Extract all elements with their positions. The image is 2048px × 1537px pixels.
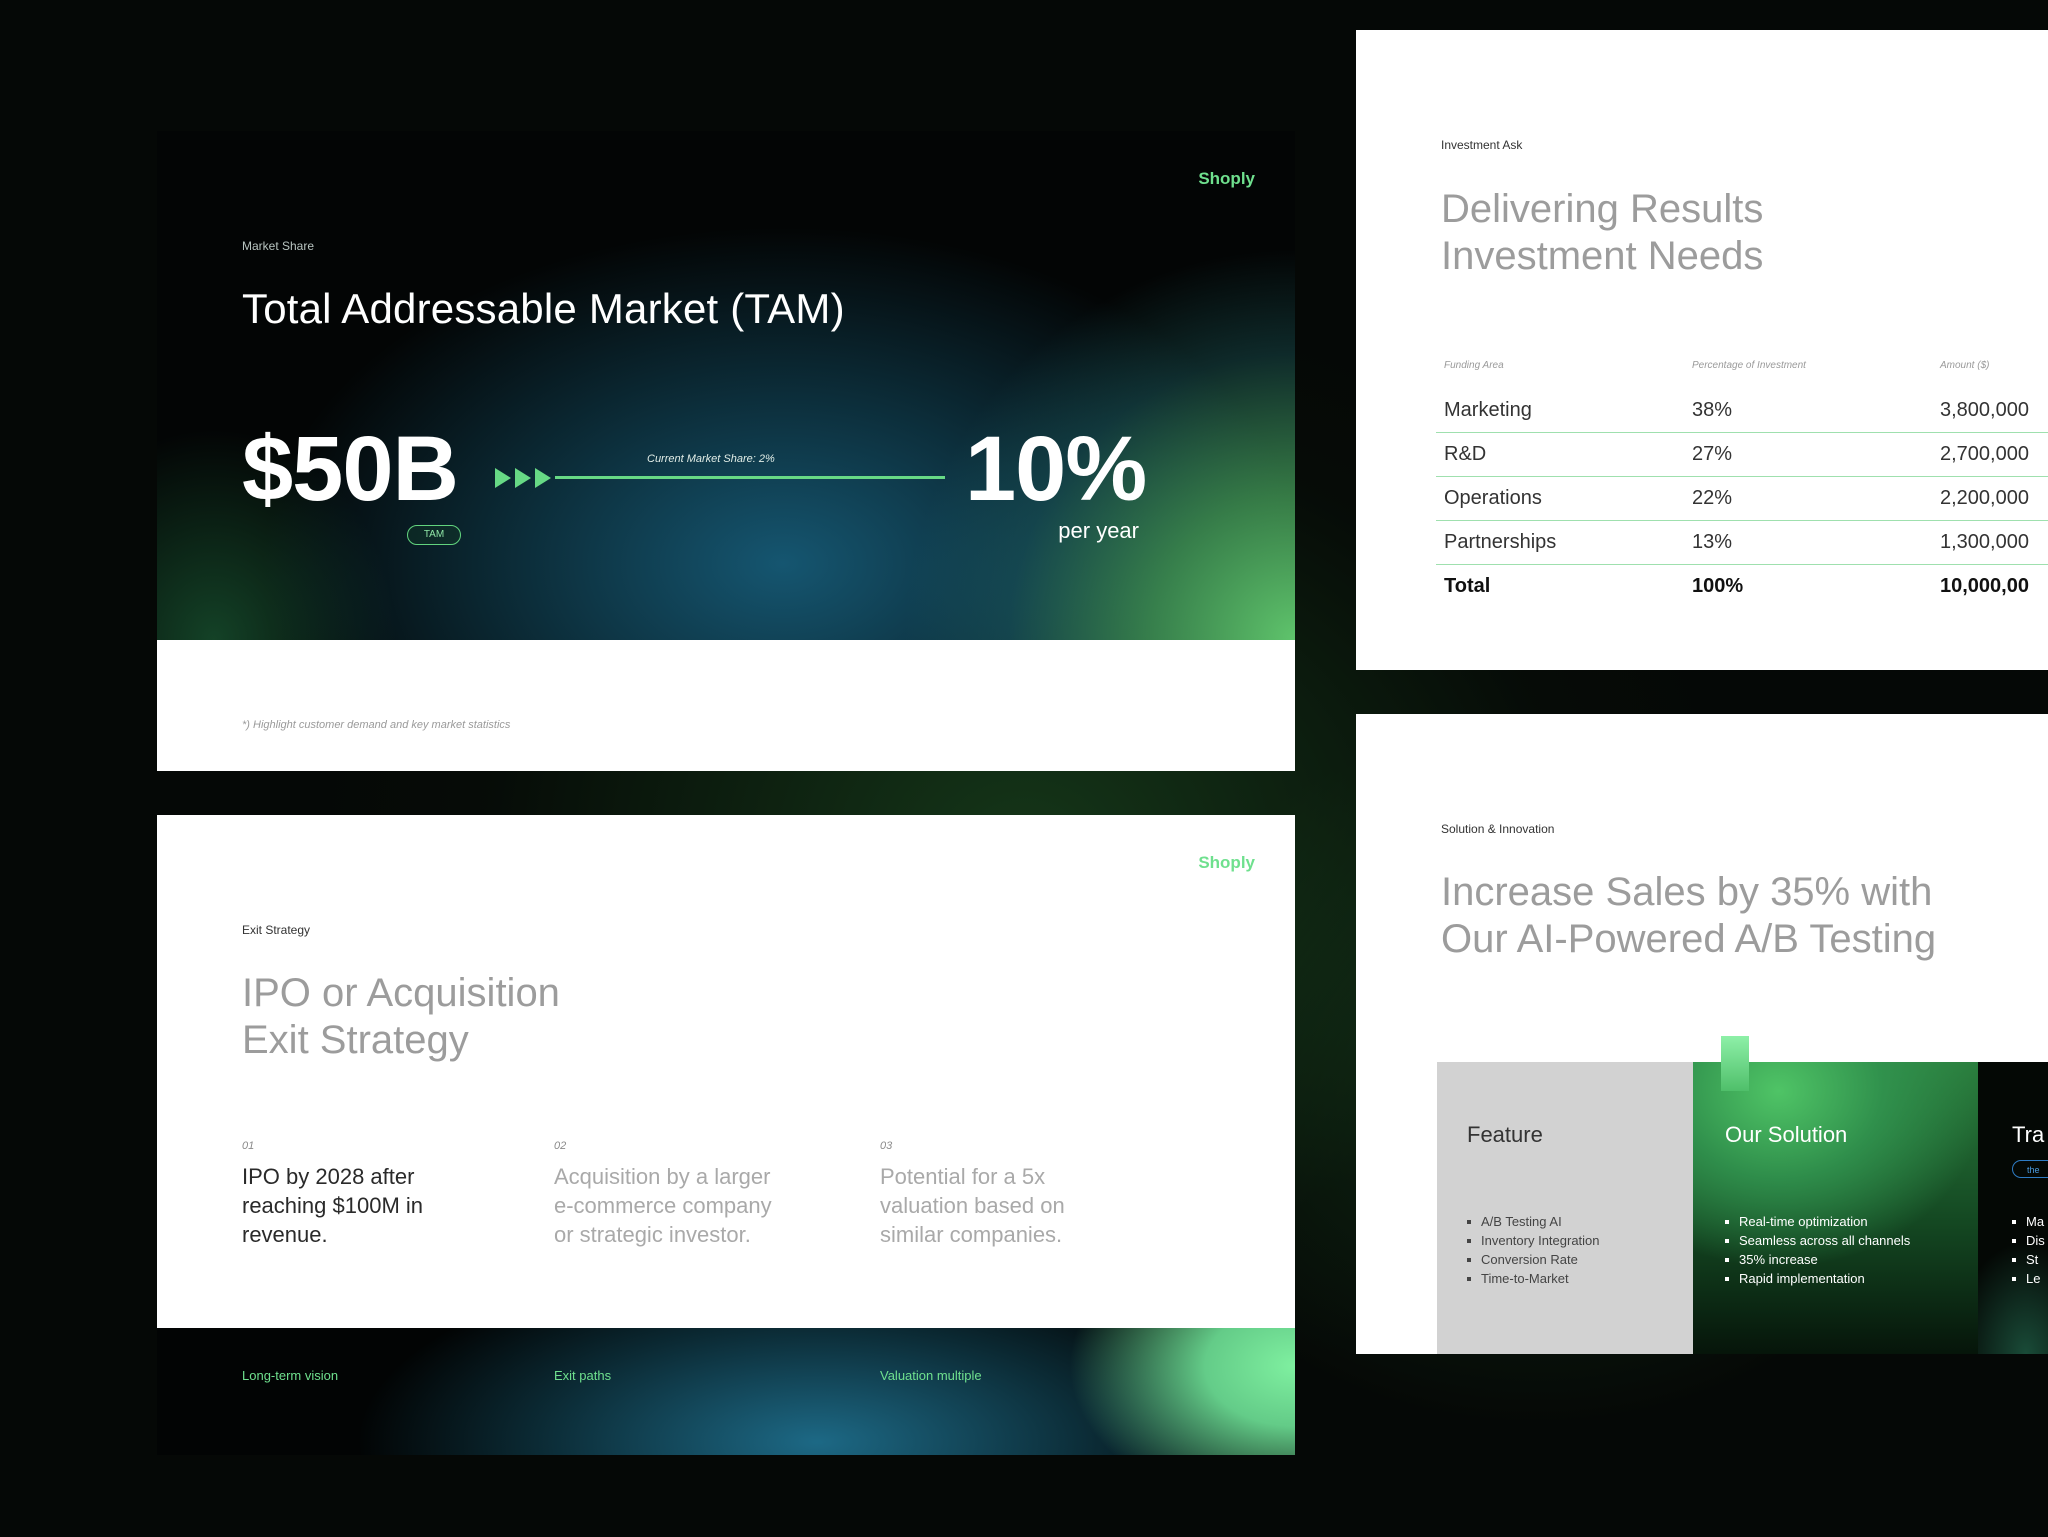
table-cell: 10,000,00 <box>1940 575 2029 597</box>
slide-title: Total Addressable Market (TAM) <box>242 285 845 332</box>
column-text: IPO by 2028 after reaching $100M in reve… <box>242 1164 424 1247</box>
exit-column: 01 IPO by 2028 after reaching $100M in r… <box>242 1140 472 1249</box>
table-cell: Total <box>1444 575 1491 597</box>
slide-exit-strategy[interactable]: Shoply Exit Strategy IPO or Acquisition … <box>157 815 1295 1455</box>
growth-unit: per year <box>1058 518 1139 543</box>
column-header: Funding Area <box>1444 360 1504 371</box>
table-cell: 100% <box>1692 575 1744 597</box>
list-item: 35% increase <box>1725 1250 1910 1269</box>
title-line-2: Exit Strategy <box>242 1018 469 1062</box>
slide-title: IPO or Acquisition Exit Strategy <box>242 970 742 1064</box>
panel-traditional: Tra the Ma Dis St Le <box>1978 1062 2048 1354</box>
column-header: Amount ($) <box>1940 360 1990 371</box>
panel-list: Ma Dis St Le <box>2012 1212 2045 1288</box>
list-item: Inventory Integration <box>1467 1231 1600 1250</box>
column-header: Percentage of Investment <box>1692 360 1806 371</box>
slide-market-share[interactable]: Shoply Market Share Total Addressable Ma… <box>157 131 1295 771</box>
panel-heading: Tra <box>2012 1122 2045 1147</box>
column-text: Potential for a 5x valuation based on si… <box>880 1164 1065 1247</box>
table-header-row: Funding Area Percentage of Investment Am… <box>1436 360 2048 389</box>
table-cell: 2,700,000 <box>1932 432 2048 477</box>
slide-kicker: Investment Ask <box>1441 138 1523 152</box>
column-text: Acquisition by a larger e-commerce compa… <box>554 1164 772 1247</box>
slide-solution-innovation[interactable]: Solution & Innovation Increase Sales by … <box>1356 714 2048 1354</box>
title-line-2: Our AI-Powered A/B Testing <box>1441 917 1937 961</box>
growth-value: 10% <box>965 418 1147 520</box>
list-item: Seamless across all channels <box>1725 1231 1910 1250</box>
panel-feature: Feature A/B Testing AI Inventory Integra… <box>1437 1062 1693 1354</box>
table-cell: 13% <box>1684 520 1932 565</box>
title-line-1: Delivering Results <box>1441 187 1764 231</box>
list-item: St <box>2012 1250 2045 1269</box>
investment-table: Funding Area Percentage of Investment Am… <box>1436 360 2048 608</box>
market-share-label: Current Market Share: 2% <box>647 453 775 465</box>
table-row: Marketing 38% 3,800,000 <box>1436 389 2048 433</box>
table-total-row: Total 100% 10,000,00 <box>1436 565 2048 609</box>
gradient-footer-band: Long-term vision Exit paths Valuation mu… <box>157 1328 1295 1455</box>
panel-heading: Feature <box>1467 1122 1543 1147</box>
panel-list: Real-time optimization Seamless across a… <box>1725 1212 1910 1288</box>
table-row: Partnerships 13% 1,300,000 <box>1436 520 2048 565</box>
canvas-background: Shoply Market Share Total Addressable Ma… <box>0 0 2048 1537</box>
brand-logo: Shoply <box>1198 853 1255 872</box>
band-label: Exit paths <box>554 1368 612 1383</box>
title-line-2: Investment Needs <box>1441 234 1764 278</box>
tam-hero-panel: Shoply Market Share Total Addressable Ma… <box>157 131 1295 640</box>
brand-logo: Shoply <box>1198 169 1255 188</box>
slide-title: Delivering Results Investment Needs <box>1441 186 2001 280</box>
table-row: Operations 22% 2,200,000 <box>1436 476 2048 521</box>
table-cell: Partnerships <box>1436 520 1684 565</box>
tam-tag: TAM <box>407 525 461 545</box>
market-share-line <box>555 476 945 479</box>
tam-value: $50B <box>242 418 459 520</box>
band-label: Long-term vision <box>242 1368 339 1383</box>
table-cell: R&D <box>1436 432 1684 477</box>
slide-kicker: Market Share <box>242 239 315 253</box>
slide-kicker: Solution & Innovation <box>1441 822 1555 836</box>
table-row: R&D 27% 2,700,000 <box>1436 432 2048 477</box>
table-cell: 27% <box>1684 432 1932 477</box>
list-item: A/B Testing AI <box>1467 1212 1600 1231</box>
table-cell: 38% <box>1684 389 1932 433</box>
list-item: Dis <box>2012 1231 2045 1250</box>
table-cell: 2,200,000 <box>1932 476 2048 521</box>
slide-investment-ask[interactable]: Investment Ask Delivering Results Invest… <box>1356 30 2048 670</box>
table-cell: 3,800,000 <box>1932 389 2048 433</box>
table-cell: 1,300,000 <box>1932 520 2048 565</box>
list-item: Time-to-Market <box>1467 1269 1600 1288</box>
triple-arrow-icon <box>495 468 551 488</box>
panel-pill: the <box>2012 1160 2048 1178</box>
table-cell: 22% <box>1684 476 1932 521</box>
list-item: Ma <box>2012 1212 2045 1231</box>
column-number: 02 <box>554 1140 567 1152</box>
column-number: 01 <box>242 1140 255 1152</box>
slide-footnote: *) Highlight customer demand and key mar… <box>242 719 511 731</box>
exit-column: 03 Potential for a 5x valuation based on… <box>880 1140 1110 1249</box>
panel-heading: Our Solution <box>1725 1122 1848 1147</box>
title-line-1: Increase Sales by 35% with <box>1441 870 1933 914</box>
table-cell: Marketing <box>1436 389 1684 433</box>
slide-kicker: Exit Strategy <box>242 923 311 937</box>
title-line-1: IPO or Acquisition <box>242 971 560 1015</box>
list-item: Conversion Rate <box>1467 1250 1600 1269</box>
panel-list: A/B Testing AI Inventory Integration Con… <box>1467 1212 1600 1288</box>
list-item: Le <box>2012 1269 2045 1288</box>
slide-title: Increase Sales by 35% with Our AI-Powere… <box>1441 869 2041 963</box>
panel-our-solution: Our Solution Real-time optimization Seam… <box>1693 1062 1978 1354</box>
list-item: Rapid implementation <box>1725 1269 1910 1288</box>
column-number: 03 <box>880 1140 893 1152</box>
exit-column: 02 Acquisition by a larger e-commerce co… <box>554 1140 784 1249</box>
highlight-tab <box>1721 1036 1749 1091</box>
list-item: Real-time optimization <box>1725 1212 1910 1231</box>
band-label: Valuation multiple <box>880 1368 982 1383</box>
table-cell: Operations <box>1436 476 1684 521</box>
